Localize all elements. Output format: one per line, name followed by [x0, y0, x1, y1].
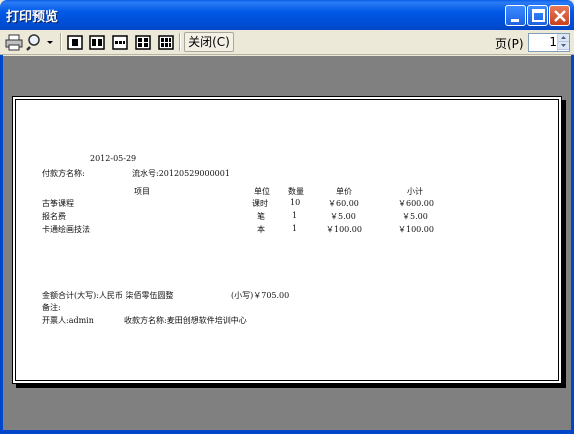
doc-receiver: 收款方名称:麦田创想软件培训中心	[124, 316, 247, 325]
page-spinner[interactable]: 1	[528, 33, 570, 52]
doc-total-uppercase: 金额合计(大写):人民币 柒佰零伍圆整	[42, 291, 174, 300]
row3-unit: 本	[257, 225, 265, 234]
row1-qty: 10	[290, 198, 301, 207]
toolbar-separator	[179, 33, 181, 51]
close-preview-button[interactable]: 关闭(C)	[184, 32, 234, 52]
page-label: 页(P)	[495, 37, 524, 51]
minimize-icon	[511, 19, 519, 22]
zoom-icon[interactable]	[25, 32, 45, 52]
one-page-icon[interactable]	[66, 32, 84, 52]
doc-total-lowercase: (小写)￥705.00	[231, 291, 290, 300]
arrow-down-icon	[561, 44, 566, 47]
preview-page: 2012-05-29 付款方名称: 流水号:20120529000001 项目 …	[12, 96, 562, 384]
row2-item: 报名费	[42, 212, 66, 221]
spinner-buttons	[557, 34, 569, 51]
row1-price: ￥60.00	[328, 199, 359, 208]
row1-subtotal: ￥600.00	[398, 199, 434, 208]
header-qty: 数量	[288, 187, 304, 196]
dropdown-arrow-icon[interactable]	[45, 32, 55, 52]
title-bar: 打印预览	[0, 0, 574, 30]
row2-subtotal: ￥5.00	[402, 212, 428, 221]
spin-down-button[interactable]	[558, 42, 569, 50]
close-window-button[interactable]	[549, 5, 570, 26]
preview-area: 2012-05-29 付款方名称: 流水号:20120529000001 项目 …	[3, 56, 571, 430]
toolbar: 关闭(C) 页(P) 1	[0, 30, 574, 55]
four-page-icon[interactable]	[134, 32, 152, 52]
minimize-button[interactable]	[505, 5, 526, 26]
two-page-icon[interactable]	[88, 32, 106, 52]
maximize-button[interactable]	[527, 5, 548, 26]
six-page-icon[interactable]	[157, 32, 175, 52]
row1-unit: 课时	[252, 199, 268, 208]
doc-payer-label: 付款方名称:	[42, 169, 85, 178]
arrow-up-icon	[561, 36, 566, 39]
doc-remark: 备注:	[42, 303, 61, 312]
doc-date: 2012-05-29	[90, 154, 137, 163]
window-border-bottom	[0, 430, 574, 434]
close-icon	[554, 10, 566, 22]
row3-subtotal: ￥100.00	[398, 225, 434, 234]
page-number-value[interactable]: 1	[529, 35, 557, 49]
row2-price: ￥5.00	[330, 212, 356, 221]
header-price: 单价	[336, 187, 352, 196]
maximize-icon	[532, 9, 545, 22]
toolbar-separator	[60, 33, 62, 51]
row3-qty: 1	[292, 224, 298, 233]
header-subtotal: 小计	[407, 187, 423, 196]
row1-item: 古筝课程	[42, 199, 74, 208]
row2-qty: 1	[292, 211, 298, 220]
page-border	[15, 99, 559, 381]
header-unit: 单位	[254, 187, 270, 196]
row3-price: ￥100.00	[326, 225, 362, 234]
row3-item: 卡通绘画技法	[42, 225, 90, 234]
spin-up-button[interactable]	[558, 34, 569, 42]
doc-issuer: 开票人:admin	[42, 316, 94, 325]
printer-icon[interactable]	[4, 32, 24, 52]
row2-unit: 笔	[257, 212, 265, 221]
window-title: 打印预览	[6, 10, 59, 25]
three-page-icon[interactable]	[111, 32, 129, 52]
header-item: 项目	[134, 187, 150, 196]
doc-serial: 流水号:20120529000001	[132, 169, 230, 178]
